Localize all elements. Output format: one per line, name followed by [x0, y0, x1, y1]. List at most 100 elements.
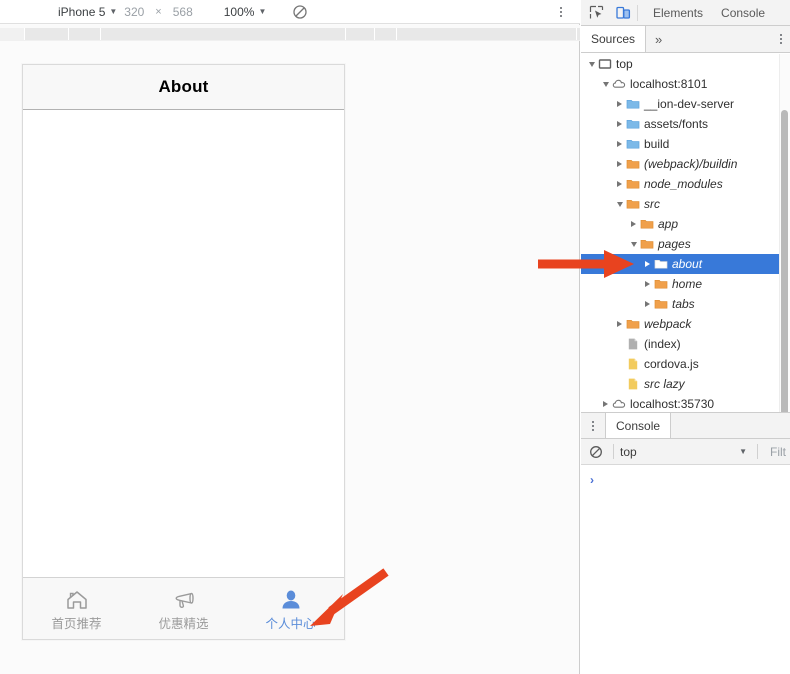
chevron-right-icon[interactable]: [614, 179, 625, 190]
toolbar-divider: [613, 444, 614, 459]
device-selector-label: iPhone 5: [58, 4, 106, 19]
console-output[interactable]: ›: [581, 465, 790, 674]
tab-promotions[interactable]: 优惠精选: [130, 578, 237, 639]
devtools-panel-tabstrip: Sources »: [581, 26, 790, 53]
devtools-main-tabstrip: Elements Console: [581, 0, 790, 26]
chevron-down-icon[interactable]: [586, 59, 597, 70]
file-tree-label: top: [616, 57, 633, 71]
sources-file-tree[interactable]: top localhost:8101 __ion-dev-server assets/…: [581, 54, 790, 412]
file-tree-label: tabs: [672, 297, 695, 311]
drawer-more-options-icon[interactable]: [581, 413, 605, 438]
file-tree-label: app: [658, 217, 679, 231]
app-header: About: [23, 65, 344, 110]
file-tree-row[interactable]: (index): [581, 334, 790, 354]
chevron-right-icon[interactable]: [600, 399, 611, 410]
app-tab-bar: 首页推荐 优惠精选 个人中心: [23, 577, 344, 639]
file-tree-row[interactable]: node_modules: [581, 174, 790, 194]
tab-sources[interactable]: Sources: [581, 26, 647, 52]
home-icon: [64, 587, 90, 613]
file-tree-label: about: [672, 257, 703, 271]
panel-more-options-icon[interactable]: [780, 34, 782, 44]
chevron-right-icon[interactable]: [614, 139, 625, 150]
chevron-down-icon[interactable]: [614, 199, 625, 210]
console-filter-input[interactable]: Filt: [764, 445, 790, 459]
file-tree-row[interactable]: src lazy: [581, 374, 790, 394]
device-emulation-toolbar: iPhone 5 ▼ 320 × 568 100% ▼: [0, 0, 580, 24]
rotate-disabled-icon[interactable]: [292, 4, 308, 20]
chevron-right-icon[interactable]: [614, 99, 625, 110]
folder-orange-icon: [640, 237, 654, 251]
file-tree-row[interactable]: cordova.js: [581, 354, 790, 374]
file-tree-row[interactable]: tabs: [581, 294, 790, 314]
folder-orange-icon: [654, 297, 668, 311]
folder-orange-icon: [626, 157, 640, 171]
file-tree-label: webpack: [644, 317, 692, 331]
file-tree-scrollbar-thumb[interactable]: [781, 110, 788, 440]
more-tabs-icon[interactable]: »: [646, 26, 671, 52]
chevron-right-icon[interactable]: [614, 159, 625, 170]
zoom-selector[interactable]: 100% ▼: [224, 5, 267, 19]
megaphone-icon: [171, 587, 197, 613]
ruler-bar: [0, 28, 580, 40]
chevron-right-icon[interactable]: [642, 299, 653, 310]
file-tree-row[interactable]: build: [581, 134, 790, 154]
tab-home-recommend[interactable]: 首页推荐: [23, 578, 130, 639]
file-tree-row[interactable]: (webpack)/buildin: [581, 154, 790, 174]
chevron-down-icon[interactable]: [600, 79, 611, 90]
file-tree-label: (index): [644, 337, 681, 351]
file-tree-label: pages: [658, 237, 691, 251]
file-tree-row[interactable]: home: [581, 274, 790, 294]
viewport-height-input[interactable]: 568: [166, 5, 200, 19]
file-tree-row[interactable]: localhost:8101: [581, 74, 790, 94]
file-tree-row[interactable]: pages: [581, 234, 790, 254]
chevron-right-icon[interactable]: [614, 119, 625, 130]
device-toolbar-more-icon[interactable]: [554, 4, 568, 20]
file-tree-row[interactable]: src: [581, 194, 790, 214]
chevron-right-icon[interactable]: [614, 319, 625, 330]
folder-orange-icon: [640, 217, 654, 231]
viewport-width-input[interactable]: 320: [117, 5, 151, 19]
file-yellow-icon: [626, 357, 640, 371]
file-tree-row[interactable]: app: [581, 214, 790, 234]
file-tree-row[interactable]: __ion-dev-server: [581, 94, 790, 114]
tab-elements[interactable]: Elements: [644, 0, 712, 26]
file-tree-label: home: [672, 277, 703, 291]
file-tree-row[interactable]: localhost:35730: [581, 394, 790, 412]
file-tree-label: __ion-dev-server: [644, 97, 735, 111]
device-selector[interactable]: iPhone 5 ▼: [58, 5, 117, 19]
frame-icon: [598, 57, 612, 71]
tab-personal-center[interactable]: 个人中心: [237, 578, 344, 639]
chevron-right-icon[interactable]: [628, 219, 639, 230]
cloud-icon: [612, 397, 626, 411]
file-tree-row[interactable]: top: [581, 54, 790, 74]
app-content-area: [23, 110, 344, 577]
person-icon: [278, 587, 304, 613]
folder-orange-icon: [626, 317, 640, 331]
tab-label: 优惠精选: [158, 616, 209, 631]
chevron-right-icon[interactable]: [642, 279, 653, 290]
file-tree-row[interactable]: webpack: [581, 314, 790, 334]
file-tree-row[interactable]: assets/fonts: [581, 114, 790, 134]
drawer-tabstrip: Console: [581, 413, 790, 439]
folder-orange-icon: [626, 197, 640, 211]
twisty-placeholder: [614, 359, 625, 370]
chevron-down-icon[interactable]: [628, 239, 639, 250]
screenshot-root: iPhone 5 ▼ 320 × 568 100% ▼ About 首页推荐 优…: [0, 0, 790, 674]
console-prompt-icon[interactable]: ›: [581, 473, 790, 487]
clear-console-icon[interactable]: [585, 441, 607, 463]
zoom-selector-label: 100%: [223, 4, 255, 19]
file-tree-row-selected[interactable]: about: [581, 254, 790, 274]
tab-console[interactable]: Console: [712, 0, 774, 26]
file-tree-label: src lazy: [644, 377, 685, 391]
file-tree-scrollbar-track[interactable]: [779, 54, 790, 440]
console-context-selector[interactable]: top ▼: [620, 445, 751, 459]
chevron-down-icon: ▼: [739, 446, 747, 456]
chevron-right-icon[interactable]: [642, 259, 653, 270]
device-viewport: About 首页推荐 优惠精选 个人中心: [22, 64, 345, 640]
device-toolbar-icon[interactable]: [612, 2, 634, 24]
chevron-down-icon: ▼: [109, 6, 118, 16]
dimension-separator: ×: [155, 5, 162, 18]
file-tree-label: localhost:35730: [630, 397, 715, 411]
inspect-element-icon[interactable]: [585, 2, 607, 24]
drawer-tab-console[interactable]: Console: [605, 413, 672, 438]
